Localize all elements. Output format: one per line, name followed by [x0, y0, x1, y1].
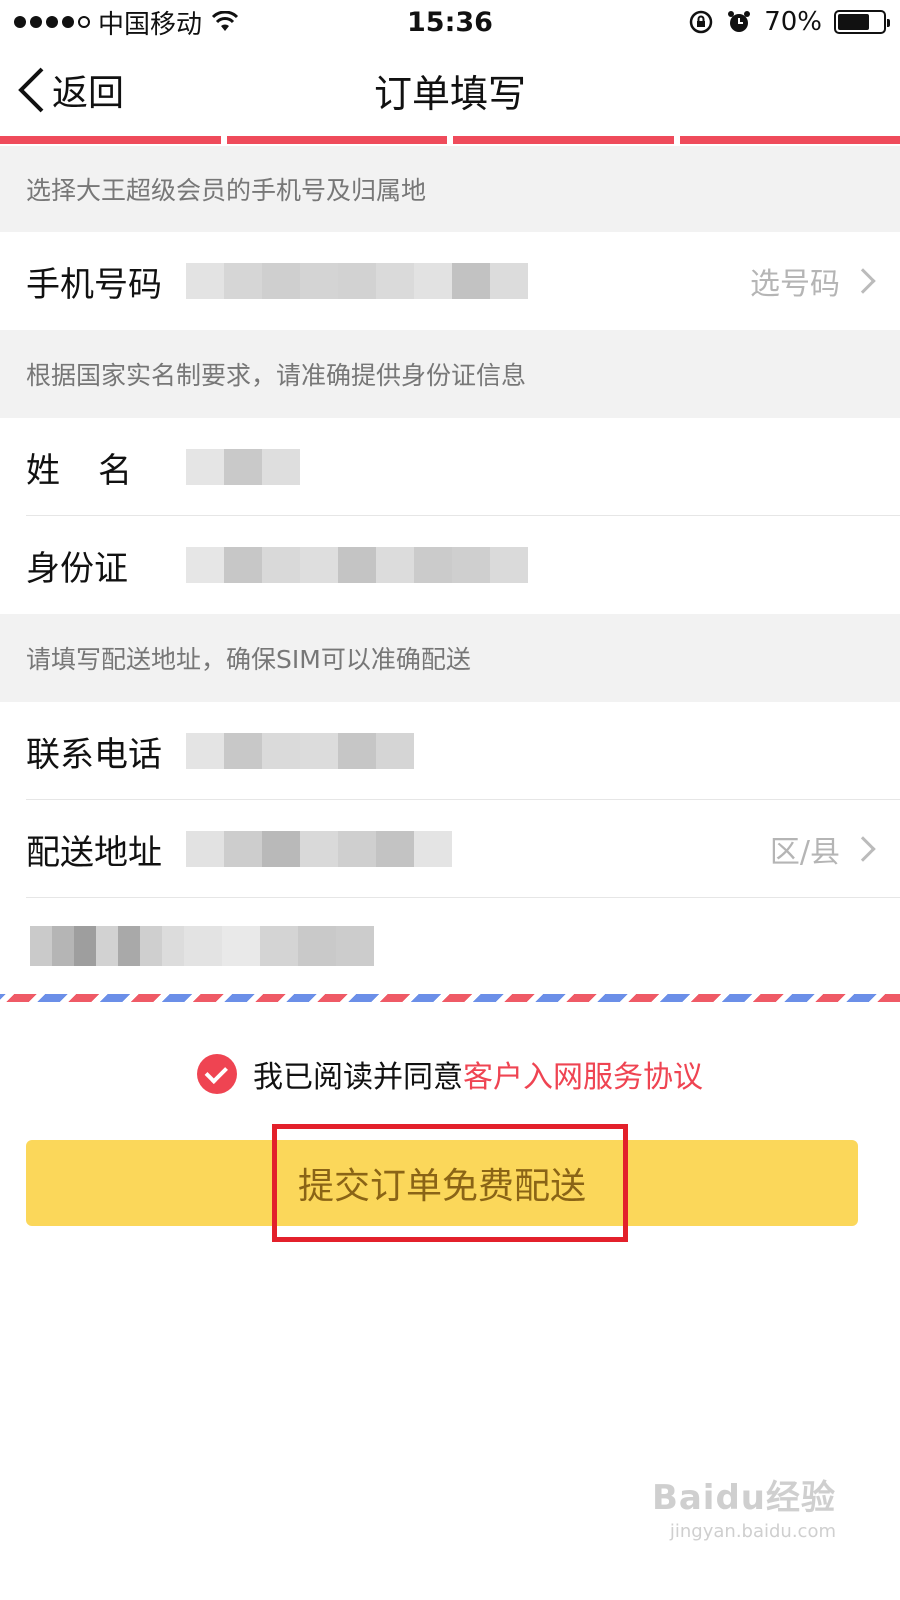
chevron-right-icon [850, 268, 876, 294]
battery-percent: 70% [764, 7, 822, 37]
address-value-redacted [186, 831, 452, 867]
carrier-name: 中国移动 [98, 9, 203, 40]
chevron-right-icon [850, 836, 876, 862]
district-select-label: 区/县 [769, 835, 840, 870]
wifi-icon [211, 11, 239, 31]
battery-icon [834, 10, 890, 34]
name-value-redacted [186, 449, 300, 485]
id-card-row[interactable]: 身份证 [0, 516, 900, 614]
contact-phone-label: 联系电话 [26, 734, 162, 775]
detail-address-row[interactable] [0, 898, 900, 994]
name-label: 姓名 [26, 450, 170, 491]
agreement-checkbox-checked-icon[interactable] [197, 1054, 237, 1094]
submit-order-button[interactable]: 提交订单免费配送 [26, 1140, 858, 1226]
status-left: 中国移动 [14, 4, 240, 41]
agreement-text: 我已阅读并同意 [253, 1060, 463, 1095]
detail-address-value-redacted [30, 926, 374, 966]
nav-bar: 返回 订单填写 [0, 44, 900, 136]
select-number-label: 选号码 [750, 267, 840, 302]
phone-number-label: 手机号码 [26, 264, 162, 305]
airmail-border-divider [0, 994, 900, 1002]
address-section-hint: 请填写配送地址，确保SIM可以准确配送 [0, 614, 900, 702]
delivery-address-label: 配送地址 [26, 832, 162, 873]
status-bar: 中国移动 15:36 70% [0, 0, 900, 44]
back-label: 返回 [52, 73, 125, 114]
baidu-watermark: Baidu经验 jingyan.baidu.com [652, 1470, 836, 1542]
select-number-button[interactable]: 选号码 [750, 259, 876, 303]
district-select-button[interactable]: 区/县 [769, 827, 876, 871]
id-section-hint: 根据国家实名制要求，请准确提供身份证信息 [0, 330, 900, 418]
delivery-address-row[interactable]: 配送地址 区/县 [0, 800, 900, 898]
watermark-main: Baidu经验 [651, 1478, 836, 1518]
id-card-label: 身份证 [26, 548, 128, 589]
battery-fill [838, 14, 869, 30]
status-right: 70% [688, 7, 890, 37]
signal-icon [14, 16, 90, 28]
watermark-sub: jingyan.baidu.com [669, 1521, 836, 1542]
alarm-icon [728, 11, 751, 32]
id-card-value-redacted [186, 547, 528, 583]
agreement-row: 我已阅读并同意 客户入网服务协议 [0, 1052, 900, 1096]
back-button[interactable]: 返回 [16, 64, 124, 116]
phone-number-value-redacted [186, 263, 528, 299]
red-stripe-divider [0, 136, 900, 146]
page-title: 订单填写 [373, 71, 526, 116]
contact-phone-value-redacted [186, 733, 414, 769]
rotation-lock-icon [689, 10, 713, 34]
service-agreement-link[interactable]: 客户入网服务协议 [463, 1052, 703, 1096]
chevron-left-icon [18, 67, 44, 113]
phone-number-row[interactable]: 手机号码 选号码 [0, 232, 900, 330]
name-row[interactable]: 姓名 [0, 418, 900, 516]
phone-section-hint: 选择大王超级会员的手机号及归属地 [0, 146, 900, 232]
contact-phone-row[interactable]: 联系电话 [0, 702, 900, 800]
